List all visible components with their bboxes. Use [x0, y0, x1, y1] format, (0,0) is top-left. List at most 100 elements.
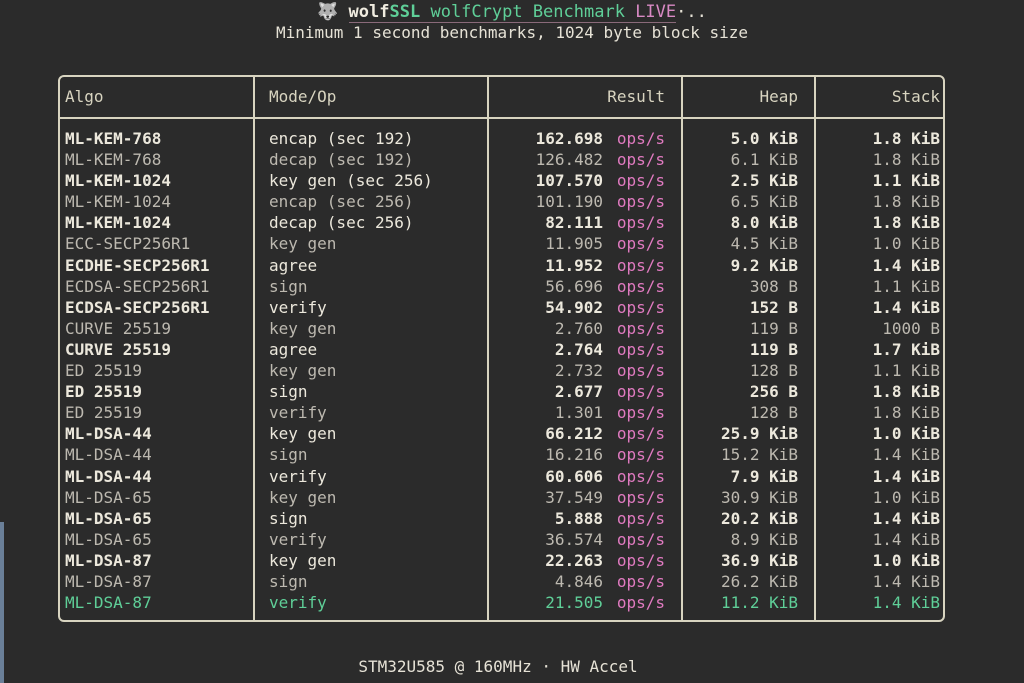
algo-cell: ED 25519 [65, 381, 142, 402]
result-value: 56.696 [545, 276, 603, 297]
table-row: ECC-SECP256R1 key gen 11.905 ops/s 4.5 K… [60, 233, 943, 254]
mode-cell: decap (sec 192) [269, 149, 414, 170]
header-algo: Algo [65, 87, 104, 106]
heap-cell: 6.5 KiB [731, 191, 798, 212]
table-row: ML-DSA-44 verify 60.606 ops/s 7.9 KiB 1.… [60, 466, 943, 487]
heap-cell: 36.9 KiB [721, 550, 798, 571]
result-unit: ops/s [617, 360, 665, 381]
result-value: 82.111 [545, 212, 603, 233]
table-row: ECDSA-SECP256R1 sign 56.696 ops/s 308 B … [60, 276, 943, 297]
result-value: 37.549 [545, 487, 603, 508]
result-unit: ops/s [617, 255, 665, 276]
side-scrollbar[interactable] [0, 522, 4, 683]
heap-cell: 25.9 KiB [721, 423, 798, 444]
table-row: ML-DSA-87 key gen 22.263 ops/s 36.9 KiB … [60, 550, 943, 571]
brand-wolf: wolf [349, 2, 390, 22]
stack-cell: 1.8 KiB [873, 149, 940, 170]
mode-cell: key gen [269, 487, 336, 508]
result-unit: ops/s [617, 212, 665, 233]
header-stack: Stack [892, 87, 940, 106]
result-value: 1.301 [555, 402, 603, 423]
heap-cell: 8.0 KiB [731, 212, 798, 233]
result-unit: ops/s [617, 487, 665, 508]
algo-cell: CURVE 25519 [65, 339, 171, 360]
heap-cell: 2.5 KiB [731, 170, 798, 191]
stack-cell: 1.4 KiB [873, 444, 940, 465]
table-row: ML-DSA-87 sign 4.846 ops/s 26.2 KiB 1.4 … [60, 571, 943, 592]
algo-cell: ML-KEM-768 [65, 128, 161, 149]
result-unit: ops/s [617, 170, 665, 191]
table-row: ED 25519 key gen 2.732 ops/s 128 B 1.1 K… [60, 360, 943, 381]
algo-cell: ML-DSA-65 [65, 529, 152, 550]
heap-cell: 15.2 KiB [721, 444, 798, 465]
stack-cell: 1.4 KiB [873, 592, 940, 613]
result-unit: ops/s [617, 381, 665, 402]
subtitle: Minimum 1 second benchmarks, 1024 byte b… [0, 23, 1024, 42]
mode-cell: key gen [269, 360, 336, 381]
mode-cell: key gen [269, 233, 336, 254]
header-result: Result [607, 87, 665, 106]
header-heap: Heap [759, 87, 798, 106]
algo-cell: ML-KEM-768 [65, 149, 161, 170]
result-value: 126.482 [536, 149, 603, 170]
live-badge: LIVE [635, 2, 676, 22]
mode-cell: key gen [269, 318, 336, 339]
brand-ssl: SSL [390, 2, 421, 22]
stack-cell: 1.4 KiB [873, 297, 940, 318]
result-value: 4.846 [555, 571, 603, 592]
mode-cell: sign [269, 444, 308, 465]
stack-cell: 1.8 KiB [873, 128, 940, 149]
result-unit: ops/s [617, 128, 665, 149]
algo-cell: ML-DSA-65 [65, 487, 152, 508]
result-unit: ops/s [617, 550, 665, 571]
stack-cell: 1.8 KiB [873, 381, 940, 402]
result-unit: ops/s [617, 529, 665, 550]
stack-cell: 1.4 KiB [873, 466, 940, 487]
mode-cell: encap (sec 192) [269, 128, 414, 149]
result-value: 162.698 [536, 128, 603, 149]
table-row: ML-DSA-44 key gen 66.212 ops/s 25.9 KiB … [60, 423, 943, 444]
result-unit: ops/s [617, 423, 665, 444]
algo-cell: ECDSA-SECP256R1 [65, 297, 210, 318]
table-row: CURVE 25519 key gen 2.760 ops/s 119 B 10… [60, 318, 943, 339]
benchmark-table: Algo Mode/Op Result Heap Stack ML-KEM-76… [58, 75, 945, 622]
table-row: ML-KEM-768 encap (sec 192) 162.698 ops/s… [60, 128, 943, 149]
stack-cell: 1.4 KiB [873, 529, 940, 550]
stack-cell: 1.4 KiB [873, 508, 940, 529]
table-body: ML-KEM-768 encap (sec 192) 162.698 ops/s… [60, 128, 943, 613]
result-unit: ops/s [617, 508, 665, 529]
result-unit: ops/s [617, 466, 665, 487]
mode-cell: decap (sec 256) [269, 212, 414, 233]
table-row: ED 25519 sign 2.677 ops/s 256 B 1.8 KiB [60, 381, 943, 402]
mode-cell: key gen [269, 423, 336, 444]
result-value: 2.760 [555, 318, 603, 339]
result-unit: ops/s [617, 571, 665, 592]
algo-cell: ED 25519 [65, 402, 142, 423]
heap-cell: 119 B [750, 339, 798, 360]
heap-cell: 256 B [750, 381, 798, 402]
stack-cell: 1.0 KiB [873, 487, 940, 508]
algo-cell: ML-DSA-44 [65, 423, 152, 444]
result-unit: ops/s [617, 149, 665, 170]
mode-cell: verify [269, 402, 327, 423]
heap-cell: 7.9 KiB [731, 466, 798, 487]
heap-cell: 11.2 KiB [721, 592, 798, 613]
heap-cell: 6.1 KiB [731, 149, 798, 170]
table-row: ML-DSA-65 sign 5.888 ops/s 20.2 KiB 1.4 … [60, 508, 943, 529]
table-row: ML-DSA-44 sign 16.216 ops/s 15.2 KiB 1.4… [60, 444, 943, 465]
mode-cell: agree [269, 255, 317, 276]
table-row: ML-KEM-1024 encap (sec 256) 101.190 ops/… [60, 191, 943, 212]
table-row: CURVE 25519 agree 2.764 ops/s 119 B 1.7 … [60, 339, 943, 360]
stack-cell: 1.1 KiB [873, 276, 940, 297]
algo-cell: ML-KEM-1024 [65, 191, 171, 212]
heap-cell: 5.0 KiB [731, 128, 798, 149]
heap-cell: 152 B [750, 297, 798, 318]
mode-cell: verify [269, 466, 327, 487]
result-unit: ops/s [617, 191, 665, 212]
app-name: wolfCrypt Benchmark [430, 2, 624, 22]
heap-cell: 8.9 KiB [731, 529, 798, 550]
table-row: ML-KEM-768 decap (sec 192) 126.482 ops/s… [60, 149, 943, 170]
result-unit: ops/s [617, 444, 665, 465]
wolf-icon: 🐺 [317, 2, 338, 22]
algo-cell: CURVE 25519 [65, 318, 171, 339]
